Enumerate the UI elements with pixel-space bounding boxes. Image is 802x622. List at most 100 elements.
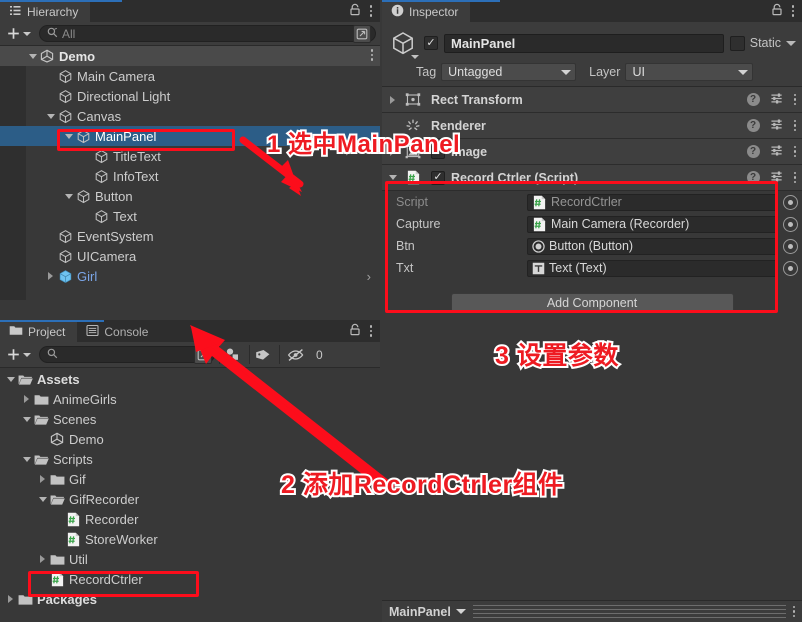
gameobject-enabled-checkbox[interactable]: ✓: [424, 36, 438, 50]
folder-open-icon: [33, 451, 49, 467]
rect-transform-icon: [405, 92, 421, 108]
gameobject-icon: [75, 188, 91, 204]
filter-by-label-icon[interactable]: [249, 345, 275, 364]
project-item-recordctrler[interactable]: RecordCtrler: [0, 569, 380, 589]
hidden-filter-icon[interactable]: [279, 345, 311, 364]
object-reference-field[interactable]: Button (Button): [527, 237, 777, 255]
lock-icon[interactable]: [349, 323, 361, 339]
object-reference-field[interactable]: Main Camera (Recorder): [527, 215, 777, 233]
project-item-demo[interactable]: Demo: [0, 429, 380, 449]
chevron-down-icon: [23, 31, 31, 36]
hierarchy-item-infotext[interactable]: InfoText: [0, 166, 380, 186]
expand-toggle-icon[interactable]: [20, 395, 33, 403]
property-row-btn: Btn Button (Button): [382, 235, 802, 257]
hierarchy-item-uicamera[interactable]: UICamera: [0, 246, 380, 266]
preset-icon[interactable]: [770, 118, 784, 134]
preset-icon[interactable]: [770, 92, 784, 108]
chevron-down-icon: [561, 69, 572, 75]
help-icon[interactable]: ?: [746, 93, 760, 106]
project-item-recorder[interactable]: Recorder: [0, 509, 380, 529]
hierarchy-item-demo[interactable]: Demo: [0, 46, 380, 66]
kebab-menu-icon[interactable]: [369, 325, 372, 337]
object-reference-field[interactable]: Text (Text): [527, 259, 777, 277]
static-checkbox[interactable]: [729, 35, 745, 51]
project-item-animegirls[interactable]: AnimeGirls: [0, 389, 380, 409]
kebab-menu-icon[interactable]: [793, 93, 796, 106]
hierarchy-tree[interactable]: Demo Main Camera Directional Light Canvas Ma…: [0, 46, 380, 300]
object-reference-field[interactable]: RecordCtrler: [527, 193, 777, 211]
expand-toggle-icon[interactable]: [36, 475, 49, 483]
hierarchy-item-main-camera[interactable]: Main Camera: [0, 66, 380, 86]
hierarchy-item-girl[interactable]: Girl ›: [0, 266, 380, 286]
create-asset-button[interactable]: [4, 346, 35, 363]
tab-hierarchy[interactable]: Hierarchy: [0, 0, 91, 22]
tag-dropdown[interactable]: Untagged: [441, 63, 577, 81]
component-header-rect-transform[interactable]: Rect Transform?: [382, 87, 802, 113]
component-enabled-checkbox[interactable]: ✓: [431, 170, 445, 185]
help-icon[interactable]: ?: [746, 145, 760, 158]
project-item-util[interactable]: Util: [0, 549, 380, 569]
hierarchy-item-text[interactable]: Text: [0, 206, 380, 226]
project-item-assets[interactable]: Assets: [0, 369, 380, 389]
search-expand-icon[interactable]: [194, 345, 212, 364]
expand-toggle-icon[interactable]: [4, 376, 17, 382]
expand-toggle-icon[interactable]: [44, 113, 57, 119]
expand-toggle-icon[interactable]: [44, 272, 57, 280]
expand-toggle-icon[interactable]: [20, 416, 33, 422]
filter-by-type-icon[interactable]: [219, 345, 245, 364]
kebab-menu-icon[interactable]: [369, 5, 372, 17]
add-component-button[interactable]: Add Component: [450, 293, 734, 313]
object-name-field[interactable]: MainPanel: [444, 33, 724, 53]
expand-toggle-icon[interactable]: [386, 95, 399, 104]
object-picker-icon[interactable]: [783, 238, 798, 254]
expand-toggle-icon[interactable]: [62, 133, 75, 139]
folder-icon: [9, 324, 23, 339]
project-item-packages[interactable]: Packages: [0, 589, 380, 609]
help-icon[interactable]: ?: [746, 171, 760, 184]
component-header-record-ctrler[interactable]: ✓ Record Ctrler (Script)?: [382, 165, 802, 191]
create-object-button[interactable]: [4, 25, 35, 42]
status-object-name[interactable]: MainPanel: [389, 605, 466, 619]
expand-toggle-icon[interactable]: [4, 595, 17, 603]
expand-toggle-icon[interactable]: [386, 175, 399, 180]
layer-dropdown[interactable]: UI: [625, 63, 754, 81]
component-title: Rect Transform: [431, 92, 523, 107]
kebab-menu-icon[interactable]: [793, 119, 796, 132]
hierarchy-item-button[interactable]: Button: [0, 186, 380, 206]
object-reference-value: Main Camera (Recorder): [551, 217, 690, 231]
lock-icon[interactable]: [771, 3, 783, 19]
hierarchy-item-directional-light[interactable]: Directional Light: [0, 86, 380, 106]
object-picker-icon[interactable]: [783, 216, 798, 232]
object-picker-icon[interactable]: [783, 260, 798, 276]
expand-toggle-icon[interactable]: [20, 456, 33, 462]
annotation-step-3: 3 设置参数: [493, 336, 620, 372]
kebab-menu-icon[interactable]: [793, 145, 796, 158]
kebab-menu-icon[interactable]: [793, 171, 796, 184]
preset-icon[interactable]: [770, 144, 784, 160]
tab-inspector[interactable]: Inspector: [382, 0, 471, 22]
hierarchy-item-eventsystem[interactable]: EventSystem: [0, 226, 380, 246]
project-item-label: Assets: [37, 371, 80, 387]
preset-icon[interactable]: [770, 170, 784, 186]
expand-toggle-icon[interactable]: [26, 53, 39, 59]
object-picker-icon[interactable]: [783, 194, 798, 210]
lock-icon[interactable]: [349, 3, 361, 19]
tab-project[interactable]: Project: [0, 320, 78, 342]
project-item-scenes[interactable]: Scenes: [0, 409, 380, 429]
chevron-right-icon[interactable]: ›: [367, 270, 371, 283]
help-icon[interactable]: ?: [746, 119, 760, 132]
search-icon: [47, 348, 58, 362]
kebab-menu-icon[interactable]: [791, 5, 794, 17]
search-expand-icon[interactable]: [353, 24, 371, 43]
hierarchy-item-canvas[interactable]: Canvas: [0, 106, 380, 126]
kebab-menu-icon[interactable]: [792, 605, 795, 618]
expand-toggle-icon[interactable]: [36, 496, 49, 502]
expand-toggle-icon[interactable]: [62, 193, 75, 199]
kebab-menu-icon[interactable]: [370, 49, 373, 61]
expand-toggle-icon[interactable]: [36, 555, 49, 563]
hierarchy-search-input[interactable]: All: [39, 24, 376, 43]
static-dropdown-arrow[interactable]: [786, 40, 796, 46]
project-search-input[interactable]: [39, 345, 215, 364]
project-item-storeworker[interactable]: StoreWorker: [0, 529, 380, 549]
tab-console[interactable]: Console: [77, 320, 161, 342]
